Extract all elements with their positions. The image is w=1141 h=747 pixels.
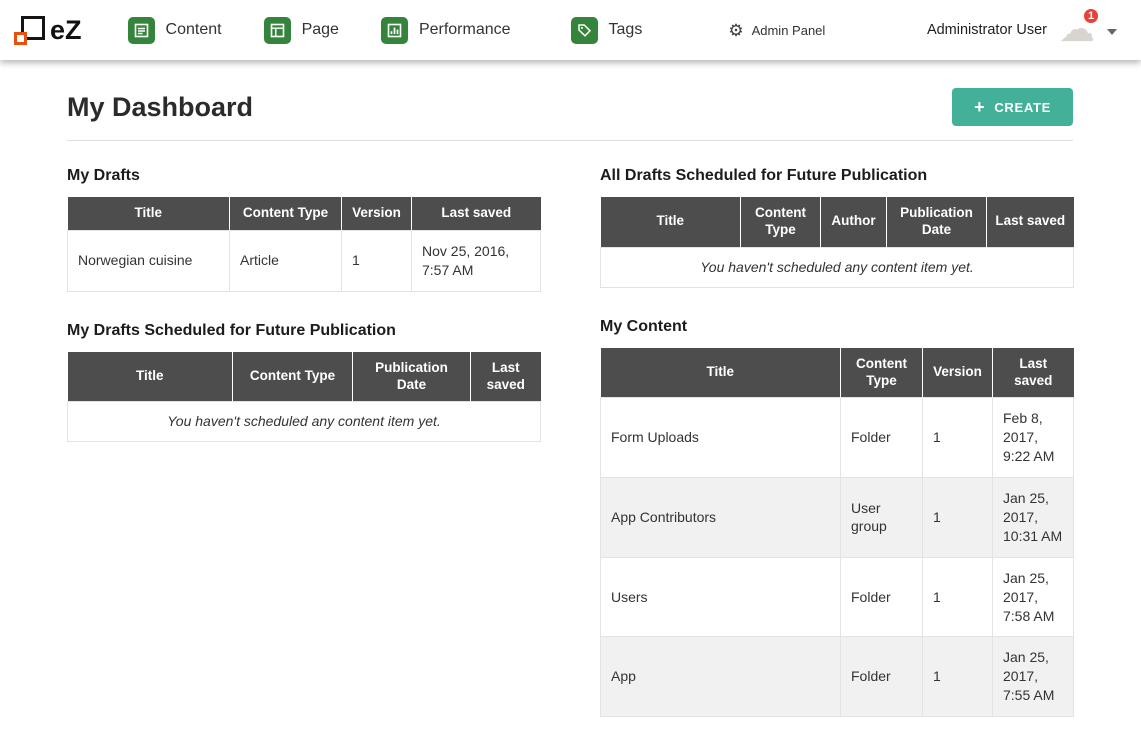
column-header-last-saved: Last saved: [471, 352, 541, 402]
nav-item-tags[interactable]: Tags: [571, 17, 643, 44]
performance-icon: [381, 17, 408, 44]
cell-last-saved: Jan 25, 2017, 7:58 AM: [993, 557, 1074, 637]
cell-version: 1: [342, 230, 412, 291]
cell-version: 1: [923, 478, 993, 558]
table-header-row: Title Content Type Version Last saved: [68, 197, 541, 230]
column-header-publication-date: Publication Date: [353, 352, 471, 402]
nav-label-page: Page: [302, 21, 339, 39]
nav-label-tags: Tags: [609, 21, 643, 39]
section-title-all-drafts-scheduled: All Drafts Scheduled for Future Publicat…: [600, 167, 1073, 185]
left-column: My Drafts Title Content Type Version Las…: [67, 167, 540, 747]
user-menu[interactable]: Administrator User ☁ 1: [927, 14, 1117, 46]
admin-panel-label: Admin Panel: [752, 23, 826, 38]
ez-logo-icon: [14, 14, 48, 46]
column-header-title: Title: [68, 197, 230, 230]
column-header-content-type: Content Type: [741, 197, 821, 247]
nav-label-content: Content: [166, 21, 222, 39]
table-row[interactable]: Users Folder 1 Jan 25, 2017, 7:58 AM: [601, 557, 1074, 637]
cell-content-type: Article: [230, 230, 342, 291]
cell-content-type: Folder: [841, 398, 923, 478]
cell-title: Users: [601, 557, 841, 637]
table-row[interactable]: Norwegian cuisine Article 1 Nov 25, 2016…: [68, 230, 541, 291]
table-header-row: Title Content Type Publication Date Last…: [68, 352, 541, 402]
section-title-my-content: My Content: [600, 318, 1073, 336]
table-row[interactable]: Form Uploads Folder 1 Feb 8, 2017, 9:22 …: [601, 398, 1074, 478]
cell-version: 1: [923, 637, 993, 717]
cell-last-saved: Jan 25, 2017, 10:31 AM: [993, 478, 1074, 558]
page-header: My Dashboard + CREATE: [67, 88, 1073, 141]
my-drafts-scheduled-section: My Drafts Scheduled for Future Publicati…: [67, 322, 540, 443]
column-header-title: Title: [68, 352, 233, 402]
top-bar: eZ Content Page Performance Tags: [0, 0, 1141, 60]
main-nav: Content Page Performance Tags: [128, 17, 643, 44]
column-header-title: Title: [601, 197, 741, 247]
chevron-down-icon: [1107, 29, 1117, 35]
content-icon: [128, 17, 155, 44]
cell-version: 1: [923, 557, 993, 637]
table-header-row: Title Content Type Author Publication Da…: [601, 197, 1074, 247]
table-row[interactable]: App Folder 1 Jan 25, 2017, 7:55 AM: [601, 637, 1074, 717]
logo-text: eZ: [50, 15, 82, 46]
table-row[interactable]: App Contributors User group 1 Jan 25, 20…: [601, 478, 1074, 558]
empty-message: You haven't scheduled any content item y…: [68, 402, 541, 442]
column-header-version: Version: [923, 348, 993, 398]
notification-badge[interactable]: 1: [1082, 7, 1100, 25]
column-header-author: Author: [821, 197, 887, 247]
nav-label-performance: Performance: [419, 21, 511, 39]
admin-panel-button[interactable]: ⚙ Admin Panel: [728, 22, 825, 39]
nav-item-performance[interactable]: Performance: [381, 17, 511, 44]
right-column: All Drafts Scheduled for Future Publicat…: [600, 167, 1073, 747]
cell-last-saved: Nov 25, 2016, 7:57 AM: [412, 230, 541, 291]
all-drafts-scheduled-section: All Drafts Scheduled for Future Publicat…: [600, 167, 1073, 288]
empty-row: You haven't scheduled any content item y…: [68, 402, 541, 442]
column-header-content-type: Content Type: [841, 348, 923, 398]
column-header-publication-date: Publication Date: [887, 197, 987, 247]
empty-message: You haven't scheduled any content item y…: [601, 247, 1074, 287]
create-button[interactable]: + CREATE: [952, 88, 1073, 126]
my-drafts-scheduled-table: Title Content Type Publication Date Last…: [67, 352, 541, 443]
cell-title: Norwegian cuisine: [68, 230, 230, 291]
empty-row: You haven't scheduled any content item y…: [601, 247, 1074, 287]
table-header-row: Title Content Type Version Last saved: [601, 348, 1074, 398]
my-drafts-section: My Drafts Title Content Type Version Las…: [67, 167, 540, 292]
section-title-my-drafts-scheduled: My Drafts Scheduled for Future Publicati…: [67, 322, 540, 340]
column-header-last-saved: Last saved: [987, 197, 1074, 247]
cell-content-type: Folder: [841, 557, 923, 637]
my-content-table: Title Content Type Version Last saved Fo…: [600, 348, 1074, 717]
my-drafts-table: Title Content Type Version Last saved No…: [67, 197, 541, 292]
dashboard-columns: My Drafts Title Content Type Version Las…: [67, 167, 1073, 747]
dashboard-main: My Dashboard + CREATE My Drafts Title Co…: [0, 60, 1141, 747]
cell-last-saved: Jan 25, 2017, 7:55 AM: [993, 637, 1074, 717]
nav-item-content[interactable]: Content: [128, 17, 222, 44]
cell-title: App: [601, 637, 841, 717]
all-drafts-scheduled-table: Title Content Type Author Publication Da…: [600, 197, 1074, 288]
column-header-version: Version: [342, 197, 412, 230]
column-header-title: Title: [601, 348, 841, 398]
cell-last-saved: Feb 8, 2017, 9:22 AM: [993, 398, 1074, 478]
cell-title: Form Uploads: [601, 398, 841, 478]
column-header-last-saved: Last saved: [412, 197, 541, 230]
page-title: My Dashboard: [67, 92, 253, 123]
gear-icon: ⚙: [728, 22, 743, 39]
ez-logo[interactable]: eZ: [14, 14, 82, 46]
user-name: Administrator User: [927, 22, 1047, 38]
plus-icon: +: [974, 98, 985, 116]
avatar[interactable]: ☁ 1: [1057, 14, 1097, 46]
cell-content-type: User group: [841, 478, 923, 558]
cell-content-type: Folder: [841, 637, 923, 717]
column-header-content-type: Content Type: [230, 197, 342, 230]
my-content-section: My Content Title Content Type Version La…: [600, 318, 1073, 717]
section-title-my-drafts: My Drafts: [67, 167, 540, 185]
page-icon: [264, 17, 291, 44]
create-button-label: CREATE: [994, 100, 1051, 115]
cell-version: 1: [923, 398, 993, 478]
nav-item-page[interactable]: Page: [264, 17, 339, 44]
column-header-last-saved: Last saved: [993, 348, 1074, 398]
tags-icon: [571, 17, 598, 44]
cell-title: App Contributors: [601, 478, 841, 558]
column-header-content-type: Content Type: [233, 352, 353, 402]
